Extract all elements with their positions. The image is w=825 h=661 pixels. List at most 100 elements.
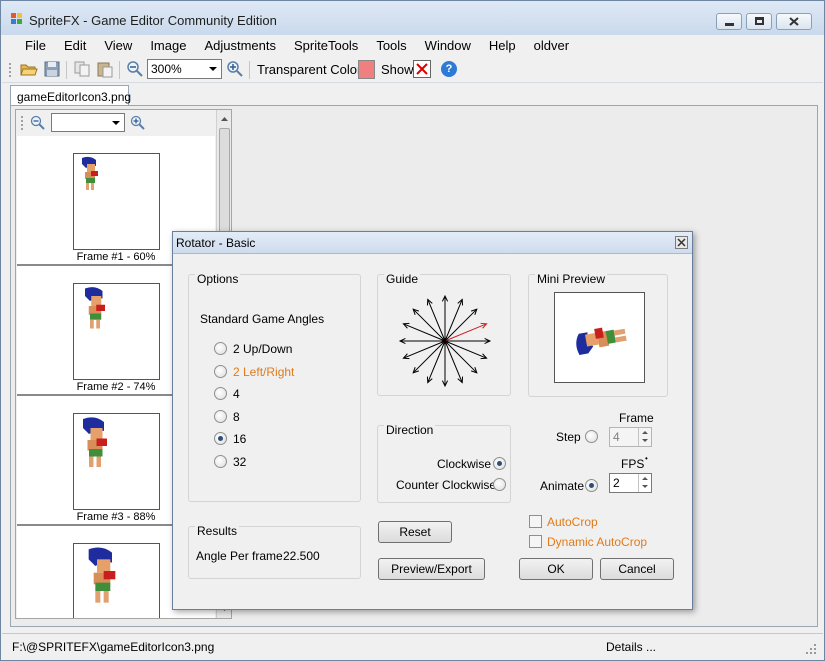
sprite-character-icon (88, 547, 116, 603)
animate-radio[interactable] (585, 479, 598, 492)
help-icon[interactable]: ? (441, 61, 457, 77)
zoom-value: 300% (151, 62, 182, 76)
chevron-down-icon (112, 121, 120, 125)
transparent-color-swatch[interactable] (358, 60, 375, 79)
scroll-up-icon[interactable] (218, 114, 231, 124)
maximize-button[interactable] (746, 13, 772, 30)
mini-preview-group-label: Mini Preview (535, 272, 608, 286)
menu-adjustments[interactable]: Adjustments (195, 36, 285, 56)
close-button[interactable] (776, 13, 812, 30)
rotation-guide (398, 294, 492, 388)
menu-edit[interactable]: Edit (55, 36, 95, 56)
sprite-rotated-icon (576, 327, 627, 355)
zoom-out-icon[interactable] (30, 115, 46, 131)
guide-spoke (412, 308, 446, 342)
angle-option-radio[interactable] (214, 454, 227, 468)
angle-option-label: 32 (233, 454, 247, 469)
angle-option-radio[interactable] (214, 432, 227, 445)
guide-spoke (412, 340, 446, 374)
zoom-select[interactable]: 300% (147, 59, 222, 79)
step-label: Step (556, 430, 581, 444)
menu-window[interactable]: Window (416, 36, 480, 56)
title-bar: SpriteFX - Game Editor Community Edition (1, 1, 824, 35)
minimize-icon (725, 23, 734, 26)
fps-spinner[interactable]: 2 (609, 473, 652, 493)
fps-label: FPS (621, 457, 645, 471)
open-folder-icon[interactable] (20, 60, 38, 78)
document-tab[interactable]: gameEditorIcon3.png (10, 85, 131, 106)
frame-image-box (73, 153, 160, 250)
angle-option-label: 2 Left/Right (233, 364, 295, 379)
paste-icon[interactable] (96, 60, 114, 78)
angle-option-label: 8 (233, 409, 240, 424)
results-group: Results Angle Per frame 22.500 (188, 524, 361, 579)
menu-tools[interactable]: Tools (367, 36, 415, 56)
menu-image[interactable]: Image (141, 36, 195, 56)
animate-label: Animate (540, 479, 585, 493)
resize-grip-icon[interactable] (805, 643, 817, 655)
rotator-dialog: Rotator - Basic Options Standard Game An… (172, 231, 693, 610)
autocrop-checkbox[interactable] (529, 515, 542, 528)
cancel-button[interactable]: Cancel (600, 558, 674, 580)
scrollbar-thumb[interactable] (219, 128, 230, 248)
angle-option-label: 2 Up/Down (233, 342, 293, 356)
mini-preview-group: Mini Preview (528, 272, 668, 397)
clockwise-radio[interactable] (493, 457, 506, 470)
toolbar: 300% Transparent Color Show ? (2, 57, 823, 83)
ok-button[interactable]: OK (519, 558, 593, 580)
step-radio[interactable] (585, 430, 598, 443)
copy-icon[interactable] (73, 60, 91, 78)
zoom-in-icon[interactable] (226, 60, 244, 78)
transparent-color-label: Transparent Color (257, 62, 362, 77)
results-group-label: Results (195, 524, 240, 538)
direction-group-label: Direction (384, 423, 436, 437)
show-toggle[interactable] (413, 60, 431, 78)
menu-view[interactable]: View (95, 36, 141, 56)
frames-zoom-select[interactable] (51, 113, 125, 132)
angle-per-frame-value: 22.500 (283, 549, 320, 563)
dialog-title: Rotator - Basic (176, 236, 256, 250)
menu-file[interactable]: File (16, 36, 55, 56)
dynamic-autocrop-checkbox[interactable] (529, 535, 542, 548)
counter-clockwise-radio[interactable] (493, 478, 506, 491)
step-value: 4 (613, 430, 620, 444)
preview-export-button[interactable]: Preview/Export (378, 558, 485, 580)
mini-preview-box (554, 292, 645, 383)
sprite-character-icon (82, 156, 98, 190)
minimize-button[interactable] (716, 13, 742, 30)
frame-label: Frame (619, 411, 654, 425)
spinner-arrows-icon[interactable] (638, 428, 651, 446)
options-group-label: Options (195, 272, 241, 286)
menu-oldver[interactable]: oldver (525, 36, 578, 56)
angle-option-radio[interactable] (214, 342, 227, 355)
fps-value: 2 (613, 476, 620, 490)
counter-clockwise-label: Counter Clockwise (396, 478, 497, 492)
angle-per-frame-label: Angle Per frame (196, 549, 283, 563)
maximize-icon (755, 17, 764, 25)
sprite-character-icon (83, 417, 107, 467)
zoom-in-icon[interactable] (130, 115, 146, 131)
angle-option-radio[interactable] (214, 387, 227, 400)
menu-help[interactable]: Help (480, 36, 525, 56)
zoom-out-icon[interactable] (126, 60, 144, 78)
menu-spritetools[interactable]: SpriteTools (285, 36, 367, 56)
red-x-icon (416, 63, 428, 75)
close-icon (677, 238, 686, 247)
spinner-arrows-icon[interactable] (638, 474, 651, 492)
angle-option-label: 4 (233, 387, 240, 401)
menu-bar: File Edit View Image Adjustments SpriteT… (2, 35, 823, 57)
guide-spoke (444, 340, 478, 374)
toolbar-grip-icon (21, 116, 23, 130)
status-details[interactable]: Details ... (606, 640, 656, 654)
toolbar-separator (66, 61, 67, 79)
step-spinner[interactable]: 4 (609, 427, 652, 447)
status-file-path: F:\@SPRITEFX\gameEditorIcon3.png (12, 640, 215, 654)
dialog-close-button[interactable] (675, 236, 688, 249)
reset-button[interactable]: Reset (378, 521, 452, 543)
angle-option-radio[interactable] (214, 409, 227, 423)
direction-group: Direction Clockwise Counter Clockwise (377, 423, 511, 503)
toolbar-separator (119, 61, 120, 79)
frame-image-box (73, 543, 160, 618)
angle-option-radio[interactable] (214, 364, 227, 378)
save-icon[interactable] (43, 60, 61, 78)
